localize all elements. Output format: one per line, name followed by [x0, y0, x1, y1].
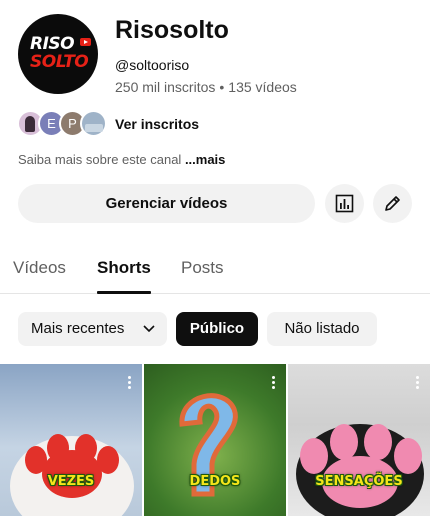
pink-paw-image	[296, 424, 424, 516]
edit-button[interactable]	[373, 184, 412, 223]
channel-avatar[interactable]: RISO SOLTO	[18, 14, 98, 94]
tab-posts[interactable]: Posts	[181, 258, 224, 278]
short-caption: DEDOS	[189, 474, 241, 489]
more-options-icon[interactable]	[416, 376, 420, 390]
chevron-down-icon	[143, 312, 155, 359]
more-link[interactable]: ...mais	[185, 152, 225, 167]
short-caption: VEZES	[47, 474, 95, 489]
subscriber-avatar	[80, 110, 107, 137]
logo-text-bottom: SOLTO	[30, 52, 89, 72]
short-thumbnail[interactable]: DEDOS	[144, 364, 286, 516]
tab-shorts[interactable]: Shorts	[97, 258, 151, 278]
subscribers-row[interactable]: E P Ver inscritos	[17, 110, 317, 138]
channel-handle: @soltooriso	[115, 57, 190, 73]
video-count: 135 vídeos	[228, 79, 297, 95]
short-thumbnail[interactable]: VEZES	[0, 364, 142, 516]
number-candle-image	[179, 393, 238, 497]
separator-dot: •	[219, 79, 225, 95]
sort-dropdown[interactable]: Mais recentes	[18, 312, 167, 346]
short-thumbnail[interactable]: SENSAÇÕES	[288, 364, 430, 516]
filter-unlisted-chip[interactable]: Não listado	[267, 312, 377, 346]
manage-videos-button[interactable]: Gerenciar vídeos	[18, 184, 315, 223]
subscriber-count: 250 mil inscritos	[115, 79, 216, 95]
channel-tabs: Vídeos Shorts Posts	[0, 250, 430, 294]
more-options-icon[interactable]	[128, 376, 132, 390]
paw-squishy-image	[10, 434, 134, 516]
channel-name: Risosolto	[115, 16, 229, 44]
filter-public-chip[interactable]: Público	[176, 312, 258, 346]
more-options-icon[interactable]	[272, 376, 276, 390]
pencil-icon	[385, 196, 400, 211]
view-subscribers-link[interactable]: Ver inscritos	[115, 116, 199, 132]
channel-header: RISO SOLTO Risosolto @soltooriso 250 mil…	[18, 14, 418, 96]
sort-label: Mais recentes	[31, 320, 125, 337]
shorts-grid: VEZES DEDOS SENSAÇÕES	[0, 364, 430, 516]
active-tab-indicator	[97, 291, 151, 294]
tab-videos[interactable]: Vídeos	[13, 258, 66, 278]
about-channel[interactable]: Saiba mais sobre este canal ...mais	[18, 152, 225, 167]
about-text: Saiba mais sobre este canal	[18, 152, 182, 167]
analytics-button[interactable]	[325, 184, 364, 223]
play-icon	[80, 38, 91, 46]
channel-stats: 250 mil inscritos • 135 vídeos	[115, 79, 297, 95]
logo-text-top: RISO	[30, 34, 75, 54]
short-caption: SENSAÇÕES	[315, 474, 403, 489]
bar-chart-icon	[335, 194, 354, 213]
